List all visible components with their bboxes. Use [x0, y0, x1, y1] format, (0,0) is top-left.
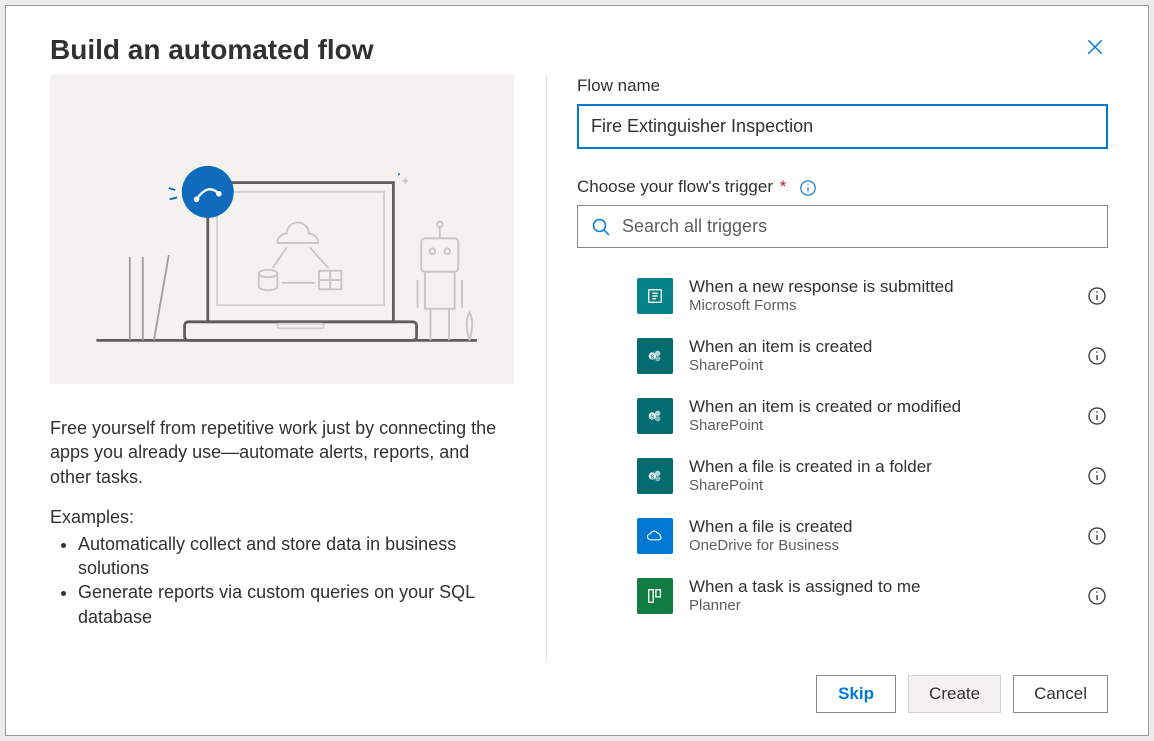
trigger-subtitle: OneDrive for Business	[689, 537, 1086, 556]
close-button[interactable]	[1082, 34, 1108, 60]
trigger-info-icon[interactable]	[1086, 585, 1108, 607]
trigger-info-icon[interactable]	[1086, 345, 1108, 367]
trigger-text: When an item is createdSharePoint	[689, 336, 1086, 376]
trigger-list: When a new response is submittedMicrosof…	[577, 266, 1108, 626]
modal-title: Build an automated flow	[50, 34, 374, 66]
illustration	[50, 74, 514, 384]
create-button[interactable]: Create	[908, 675, 1001, 713]
right-panel: Flow name Choose your flow's trigger * W…	[547, 74, 1148, 661]
trigger-title: When a new response is submitted	[689, 276, 1086, 297]
trigger-title: When a task is assigned to me	[689, 576, 1086, 597]
trigger-info-icon[interactable]	[1086, 285, 1108, 307]
trigger-text: When a file is created in a folderShareP…	[689, 456, 1086, 496]
trigger-search-wrap	[577, 205, 1108, 248]
trigger-connector-icon	[637, 578, 673, 614]
info-icon[interactable]	[799, 179, 817, 197]
svg-text:S: S	[651, 475, 655, 481]
trigger-subtitle: Planner	[689, 597, 1086, 616]
left-panel: Free yourself from repetitive work just …	[6, 74, 546, 661]
trigger-connector-icon: S	[637, 398, 673, 434]
trigger-title: When a file is created	[689, 516, 1086, 537]
svg-text:S: S	[651, 415, 655, 421]
modal-body: Free yourself from repetitive work just …	[6, 74, 1148, 661]
modal-footer: Skip Create Cancel	[6, 661, 1148, 735]
cancel-button[interactable]: Cancel	[1013, 675, 1108, 713]
examples-label: Examples:	[50, 507, 514, 528]
trigger-connector-icon: S	[637, 338, 673, 374]
trigger-subtitle: SharePoint	[689, 477, 1086, 496]
trigger-text: When a task is assigned to mePlanner	[689, 576, 1086, 616]
trigger-label: Choose your flow's trigger *	[577, 177, 1108, 197]
trigger-item[interactable]: S When a file is created in a folderShare…	[637, 446, 1108, 506]
trigger-text: When a new response is submittedMicrosof…	[689, 276, 1086, 316]
example-item: Automatically collect and store data in …	[78, 532, 514, 581]
required-asterisk: *	[780, 177, 787, 196]
trigger-item[interactable]: S When an item is createdSharePoint	[637, 326, 1108, 386]
trigger-label-text: Choose your flow's trigger	[577, 177, 773, 196]
trigger-item[interactable]: S When an item is created or modifiedShar…	[637, 386, 1108, 446]
trigger-text: When a file is createdOneDrive for Busin…	[689, 516, 1086, 556]
skip-button[interactable]: Skip	[816, 675, 896, 713]
trigger-item[interactable]: When a file is createdOneDrive for Busin…	[637, 506, 1108, 566]
modal-header: Build an automated flow	[6, 6, 1148, 74]
trigger-item[interactable]: When a task is assigned to mePlanner	[637, 566, 1108, 626]
trigger-connector-icon	[637, 278, 673, 314]
trigger-subtitle: SharePoint	[689, 417, 1086, 436]
trigger-connector-icon: S	[637, 458, 673, 494]
trigger-info-icon[interactable]	[1086, 405, 1108, 427]
examples-list: Automatically collect and store data in …	[50, 532, 514, 629]
trigger-item[interactable]: When a new response is submittedMicrosof…	[637, 266, 1108, 326]
trigger-title: When a file is created in a folder	[689, 456, 1086, 477]
trigger-info-icon[interactable]	[1086, 525, 1108, 547]
example-item: Generate reports via custom queries on y…	[78, 580, 514, 629]
trigger-subtitle: Microsoft Forms	[689, 297, 1086, 316]
modal-scroll[interactable]: Free yourself from repetitive work just …	[6, 74, 1148, 661]
build-flow-modal: Build an automated flow	[5, 5, 1149, 736]
trigger-title: When an item is created or modified	[689, 396, 1086, 417]
trigger-connector-icon	[637, 518, 673, 554]
trigger-title: When an item is created	[689, 336, 1086, 357]
svg-text:S: S	[651, 355, 655, 361]
trigger-text: When an item is created or modifiedShare…	[689, 396, 1086, 436]
trigger-info-icon[interactable]	[1086, 465, 1108, 487]
search-icon	[591, 217, 611, 237]
trigger-search-input[interactable]	[577, 205, 1108, 248]
trigger-subtitle: SharePoint	[689, 357, 1086, 376]
flow-name-label: Flow name	[577, 76, 1108, 96]
description-text: Free yourself from repetitive work just …	[50, 416, 514, 489]
close-icon	[1086, 38, 1104, 56]
flow-name-input[interactable]	[577, 104, 1108, 149]
